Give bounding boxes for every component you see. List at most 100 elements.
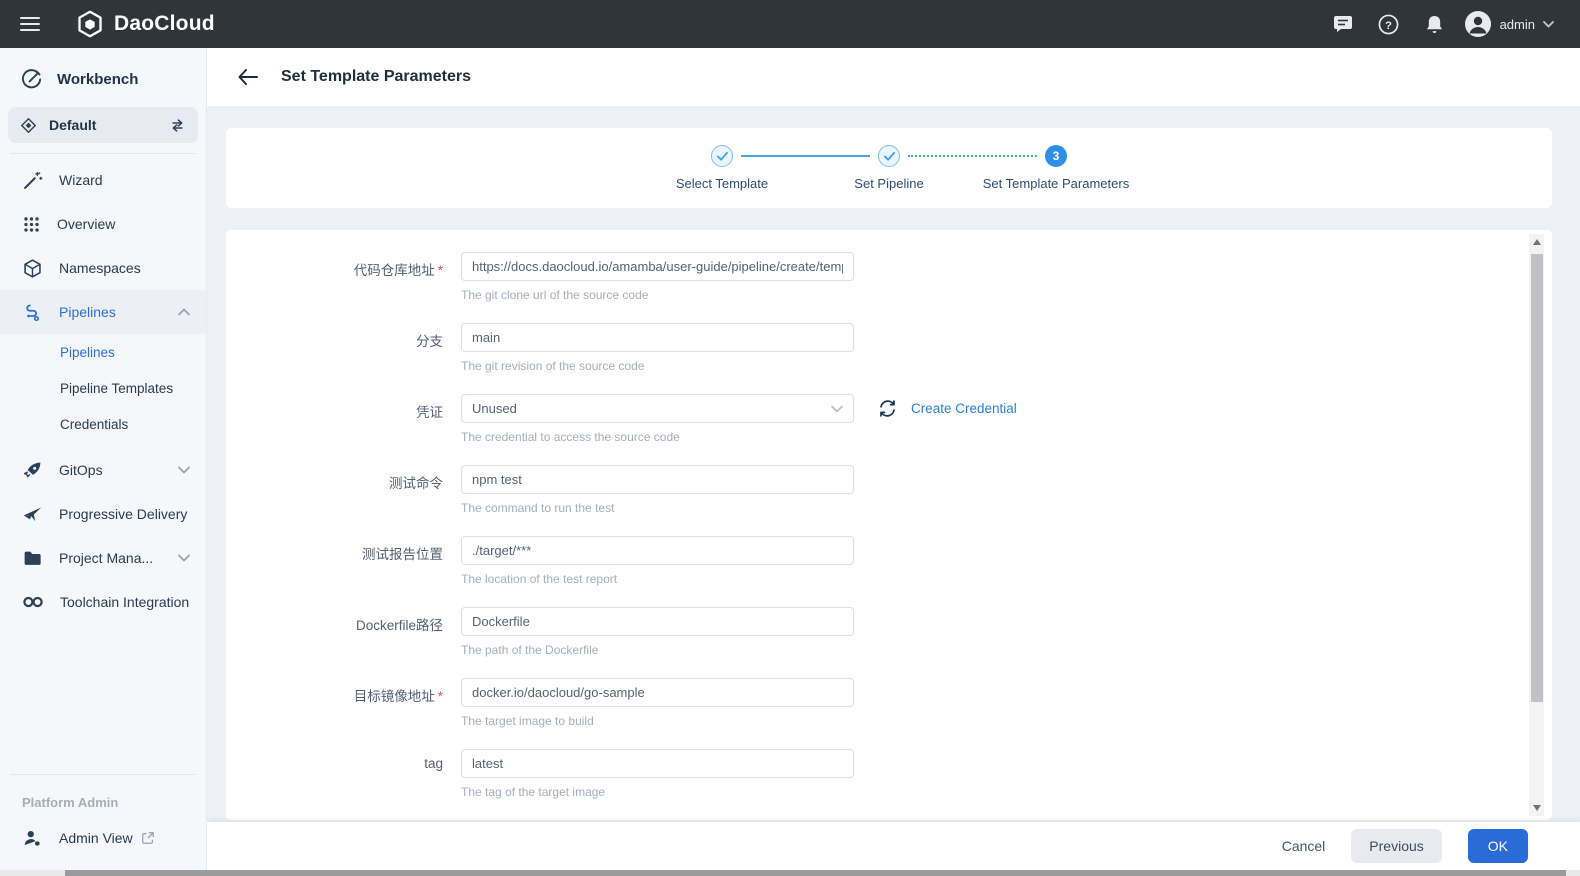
step-1-done-icon (711, 145, 733, 167)
sidebar-subitem-credentials[interactable]: Credentials (0, 406, 206, 442)
field-label: 测试命令 (288, 465, 443, 515)
step-2-done-icon (878, 145, 900, 167)
sidebar-item-project-management[interactable]: Project Mana... (0, 536, 206, 580)
chevron-down-icon (178, 466, 190, 474)
pipelines-icon (22, 302, 43, 323)
field-label: 测试报告位置 (288, 536, 443, 586)
horizontal-scrollbar-thumb[interactable] (65, 870, 1566, 876)
field-label: 代码仓库地址* (288, 252, 443, 302)
workbench-icon (20, 68, 43, 91)
page-horizontal-scrollbar[interactable] (0, 870, 1580, 876)
cancel-button[interactable]: Cancel (1282, 838, 1326, 854)
form-row-target-image: 目标镜像地址* The target image to build (226, 678, 1552, 728)
sidebar-workbench-header[interactable]: Workbench (0, 48, 206, 105)
sidebar-item-toolchain-integration[interactable]: Toolchain Integration (0, 580, 206, 624)
brand-name: DaoCloud (114, 12, 215, 36)
user-menu[interactable]: admin (1464, 10, 1554, 38)
admin-user-icon (22, 828, 43, 849)
sidebar-item-label: Toolchain Integration (60, 594, 189, 610)
username: admin (1500, 17, 1535, 32)
workspace-selector[interactable]: Default (8, 107, 198, 143)
step-1-label: Select Template (639, 176, 806, 191)
dockerfile-path-input[interactable] (461, 607, 854, 636)
refresh-credentials-icon[interactable] (878, 399, 897, 418)
field-label: 目标镜像地址* (288, 678, 443, 728)
stepper-card: 3 Select Template Set Pipeline Set Templ… (226, 128, 1552, 208)
sidebar-item-wizard[interactable]: Wizard (0, 158, 206, 202)
step-3-label: Set Template Parameters (973, 176, 1140, 191)
test-command-input[interactable] (461, 465, 854, 494)
paper-bird-icon (22, 504, 43, 525)
tag-input[interactable] (461, 749, 854, 778)
switch-workspace-icon[interactable] (169, 118, 186, 133)
required-mark: * (438, 689, 443, 704)
avatar (1464, 10, 1492, 38)
folder-icon (22, 548, 43, 569)
sidebar-subitem-pipeline-templates[interactable]: Pipeline Templates (0, 370, 206, 406)
sidebar-subitem-pipelines[interactable]: Pipelines (0, 334, 206, 370)
sidebar: Workbench Default Wizard Overview Namesp… (0, 48, 207, 870)
form-row-dockerfile-path: Dockerfile路径 The path of the Dockerfile (226, 607, 1552, 657)
message-icon[interactable] (1326, 7, 1360, 41)
wizard-footer: Cancel Previous OK (207, 822, 1580, 870)
field-help: The tag of the target image (461, 785, 854, 799)
sidebar-item-progressive-delivery[interactable]: Progressive Delivery (0, 492, 206, 536)
create-credential-link[interactable]: Create Credential (911, 401, 1017, 416)
sidebar-item-namespaces[interactable]: Namespaces (0, 246, 206, 290)
content-area: 3 Select Template Set Pipeline Set Templ… (207, 106, 1580, 822)
sidebar-subitem-label: Pipelines (60, 345, 115, 360)
sidebar-item-overview[interactable]: Overview (0, 202, 206, 246)
grid-dots-icon (22, 215, 41, 234)
form-row-tag: tag The tag of the target image (226, 749, 1552, 799)
sidebar-item-pipelines[interactable]: Pipelines (0, 290, 206, 334)
sidebar-subitem-label: Credentials (60, 417, 128, 432)
sidebar-subitem-label: Pipeline Templates (60, 381, 173, 396)
infinity-icon (22, 594, 44, 610)
form-row-repo-url: 代码仓库地址* The git clone url of the source … (226, 252, 1552, 302)
brand-logo[interactable]: DaoCloud (76, 10, 215, 38)
field-label: Dockerfile路径 (288, 607, 443, 657)
chevron-up-icon (178, 308, 190, 316)
scrollbar-thumb[interactable] (1531, 254, 1543, 702)
cube-icon (22, 258, 43, 279)
repo-url-input[interactable] (461, 252, 854, 281)
field-help: The git clone url of the source code (461, 288, 854, 302)
credential-select[interactable]: Unused (461, 394, 854, 423)
field-help: The git revision of the source code (461, 359, 854, 373)
sidebar-spacer (0, 624, 206, 764)
credential-select-value: Unused (472, 401, 517, 416)
scroll-up-arrow[interactable] (1529, 234, 1544, 250)
wizard-wand-icon (22, 170, 43, 191)
main-area: Set Template Parameters 3 Select Tem (207, 48, 1580, 876)
sidebar-item-admin-view[interactable]: Admin View (0, 816, 206, 860)
previous-button[interactable]: Previous (1351, 829, 1441, 863)
sidebar-divider-bottom (10, 774, 196, 775)
workspace-name: Default (49, 117, 96, 133)
ok-button[interactable]: OK (1468, 829, 1528, 863)
scroll-down-arrow[interactable] (1529, 800, 1544, 816)
svg-text:?: ? (1385, 19, 1392, 31)
target-image-input[interactable] (461, 678, 854, 707)
branch-input[interactable] (461, 323, 854, 352)
step-3-current-badge: 3 (1045, 145, 1067, 167)
sidebar-item-label: Progressive Delivery (59, 506, 187, 522)
help-icon[interactable]: ? (1372, 7, 1406, 41)
sidebar-item-label: Project Mana... (59, 550, 153, 566)
select-chevron-down-icon (831, 405, 843, 413)
menu-icon[interactable] (10, 4, 50, 44)
field-label: tag (288, 749, 443, 799)
sidebar-item-label: Namespaces (59, 260, 141, 276)
form-row-credential: 凭证 Unused Create Credential (226, 394, 1552, 444)
back-arrow-icon[interactable] (233, 62, 263, 92)
notifications-bell-icon[interactable] (1418, 7, 1452, 41)
field-label: 凭证 (288, 394, 443, 444)
chevron-down-icon (178, 554, 190, 562)
external-link-icon (141, 831, 155, 845)
form-vertical-scrollbar[interactable] (1529, 234, 1544, 816)
topbar-actions: ? admin (1326, 7, 1580, 41)
required-mark: * (438, 263, 443, 278)
sidebar-item-gitops[interactable]: GitOps (0, 448, 206, 492)
field-help: The credential to access the source code (461, 430, 1017, 444)
field-help: The path of the Dockerfile (461, 643, 854, 657)
test-report-location-input[interactable] (461, 536, 854, 565)
